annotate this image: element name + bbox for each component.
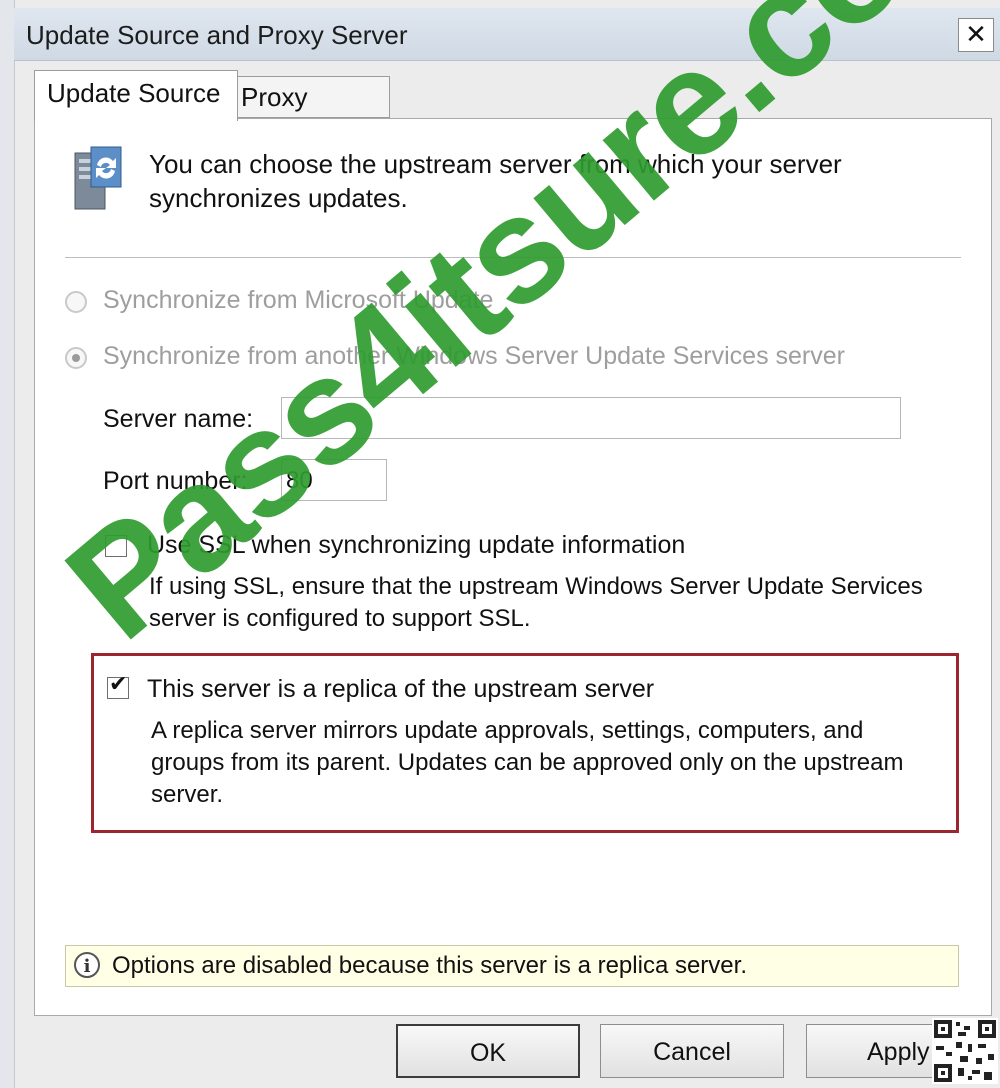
replica-checkbox-label: This server is a replica of the upstream… — [147, 675, 655, 703]
tab-proxy-server[interactable]: Proxy Server — [228, 76, 390, 152]
server-sync-icon — [74, 146, 122, 210]
window-title: Update Source and Proxy Server — [26, 20, 408, 50]
radio-microsoft-update[interactable] — [65, 291, 87, 313]
server-name-label: Server name: — [103, 405, 254, 433]
replica-note-line1: A replica server mirrors update approval… — [151, 717, 864, 744]
tab-panel: You can choose the upstream server from … — [34, 118, 992, 1016]
title-bar: Update Source and Proxy Server ✕ — [14, 8, 1000, 61]
ssl-note-line1: If using SSL, ensure that the upstream W… — [149, 573, 923, 600]
replica-note-line3: server. — [151, 781, 224, 808]
section-divider — [65, 257, 961, 258]
ssl-checkbox[interactable] — [105, 535, 127, 557]
radio-other-wsus-label: Synchronize from another Windows Server … — [103, 342, 845, 370]
ok-button[interactable]: OK — [396, 1024, 580, 1078]
tab-update-source[interactable]: Update Source — [34, 70, 238, 121]
replica-note-line2: groups from its parent. Updates can be a… — [151, 749, 904, 776]
qr-code-icon — [932, 1018, 998, 1084]
server-name-input[interactable] — [281, 397, 901, 439]
port-number-label: Port number: — [103, 467, 248, 495]
ssl-note-line2: server is configured to support SSL. — [149, 605, 531, 632]
ssl-checkbox-label: Use SSL when synchronizing update inform… — [147, 531, 686, 559]
window-edge — [0, 0, 15, 1088]
radio-microsoft-update-label: Synchronize from Microsoft Update — [103, 286, 494, 314]
intro-text: You can choose the upstream server from … — [149, 149, 842, 213]
dialog-window: Update Source and Proxy Server ✕ Update … — [0, 0, 1000, 1088]
info-text: Options are disabled because this server… — [112, 952, 747, 979]
cancel-button[interactable]: Cancel — [600, 1024, 784, 1078]
replica-checkbox[interactable] — [107, 672, 129, 699]
port-number-input[interactable]: 80 — [281, 459, 387, 501]
close-button[interactable]: ✕ — [958, 18, 994, 52]
radio-other-wsus[interactable] — [65, 347, 87, 369]
info-bar: i Options are disabled because this serv… — [65, 945, 959, 987]
close-icon: ✕ — [965, 19, 987, 49]
info-icon: i — [74, 952, 100, 978]
